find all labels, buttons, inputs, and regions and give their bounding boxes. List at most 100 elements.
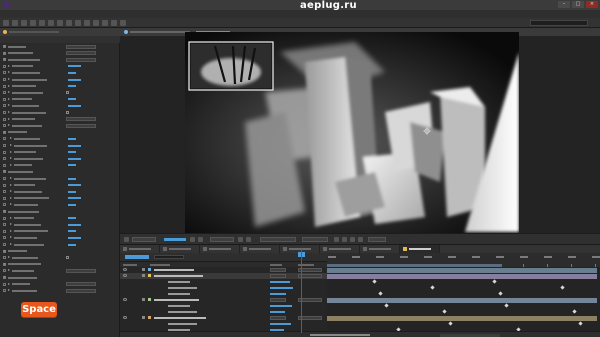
keyframe-icon[interactable] [560, 285, 565, 290]
property-value[interactable] [68, 104, 81, 107]
magnification-icon[interactable] [124, 237, 129, 242]
toggle-switches-modes[interactable] [310, 334, 370, 336]
twirl-arrow-icon[interactable] [8, 97, 10, 100]
tool-icon-13[interactable] [120, 20, 126, 26]
timeline-tab[interactable] [240, 245, 280, 253]
twirl-arrow-icon[interactable] [4, 58, 6, 61]
timeline-tab[interactable] [320, 245, 360, 253]
layer-tracks[interactable] [327, 267, 600, 333]
tool-icon-10[interactable] [93, 20, 99, 26]
keyframe-stopwatch-icon[interactable] [3, 269, 6, 273]
property-value[interactable] [68, 190, 76, 193]
property-dropdown[interactable] [66, 57, 96, 62]
keyframe-stopwatch-icon[interactable] [3, 157, 6, 161]
property-value[interactable] [68, 164, 76, 167]
tool-icon-1[interactable] [12, 20, 18, 26]
layer-duration-bar[interactable] [327, 315, 597, 321]
twirl-arrow-icon[interactable] [8, 282, 10, 285]
property-value[interactable] [68, 151, 76, 154]
keyframe-stopwatch-icon[interactable] [3, 190, 6, 194]
tool-icon-12[interactable] [111, 20, 117, 26]
keyframe-stopwatch-icon[interactable] [3, 256, 6, 260]
keyframe-icon[interactable] [504, 303, 509, 308]
view-layout-dropdown[interactable] [302, 237, 328, 242]
timeline-layer-row[interactable] [120, 291, 327, 297]
visibility-eye-icon[interactable] [123, 298, 127, 301]
keyframe-stopwatch-icon[interactable] [3, 236, 6, 240]
label-color-swatch[interactable] [148, 268, 151, 271]
property-dropdown[interactable] [66, 51, 96, 56]
keyframe-stopwatch-icon[interactable] [3, 229, 6, 233]
keyframe-stopwatch-icon[interactable] [3, 78, 6, 81]
tool-icon-8[interactable] [75, 20, 81, 26]
resolution-dropdown[interactable] [210, 237, 234, 242]
twirl-arrow-icon[interactable] [10, 223, 12, 226]
twirl-arrow-icon[interactable] [4, 249, 6, 252]
property-value[interactable] [270, 292, 286, 295]
region-of-interest-icon[interactable] [238, 237, 243, 242]
twirl-arrow-icon[interactable] [10, 236, 12, 239]
keyframe-stopwatch-icon[interactable] [3, 111, 6, 114]
twirl-arrow-icon[interactable] [10, 157, 12, 160]
twirl-arrow-icon[interactable] [8, 71, 10, 74]
property-dropdown[interactable] [66, 282, 96, 287]
twirl-arrow-icon[interactable] [8, 91, 10, 94]
label-color-swatch[interactable] [148, 274, 151, 277]
layer-duration-bar[interactable] [327, 267, 597, 273]
timeline-layer-row[interactable] [120, 321, 327, 327]
timeline-layer-row[interactable] [120, 315, 327, 321]
toggle-pixel-aspect-icon[interactable] [334, 237, 339, 242]
twirl-arrow-icon[interactable] [10, 190, 12, 193]
keyframe-stopwatch-icon[interactable] [3, 282, 6, 286]
timeline-layer-row[interactable] [120, 279, 327, 285]
property-value[interactable] [68, 78, 81, 81]
snapshot-icon[interactable] [190, 237, 195, 242]
twirl-arrow-icon[interactable] [10, 150, 12, 153]
twirl-arrow-icon[interactable] [10, 216, 12, 219]
keyframe-icon[interactable] [578, 321, 583, 326]
keyframe-icon[interactable] [384, 303, 389, 308]
composition-canvas[interactable] [185, 32, 519, 233]
twirl-arrow-icon[interactable] [10, 177, 12, 179]
timeline-tab[interactable] [120, 245, 160, 253]
fast-previews-icon[interactable] [342, 237, 347, 242]
twirl-arrow-icon[interactable] [4, 262, 6, 265]
keyframe-icon[interactable] [572, 309, 577, 314]
twirl-arrow-icon[interactable] [10, 163, 12, 166]
layer-duration-bar[interactable] [327, 273, 597, 279]
property-value[interactable] [68, 236, 81, 239]
twirl-arrow-icon[interactable] [4, 210, 6, 212]
exposure-value[interactable] [368, 237, 386, 242]
twirl-arrow-icon[interactable] [10, 137, 12, 140]
property-value[interactable] [270, 286, 293, 289]
keyframe-stopwatch-icon[interactable] [3, 163, 6, 167]
tool-icon-2[interactable] [21, 20, 27, 26]
timeline-layer-row[interactable] [120, 267, 327, 273]
maximize-icon[interactable]: □ [572, 1, 584, 8]
twirl-arrow-icon[interactable] [8, 269, 10, 272]
label-color-swatch[interactable] [148, 298, 151, 301]
property-value[interactable] [68, 98, 76, 101]
property-dropdown[interactable] [66, 44, 96, 49]
flowchart-icon[interactable] [358, 237, 363, 242]
keyframe-stopwatch-icon[interactable] [3, 91, 6, 95]
effect-controls-tab[interactable] [0, 28, 120, 36]
property-value[interactable] [68, 243, 76, 246]
timecode-display[interactable] [125, 255, 149, 259]
blend-mode-dropdown[interactable] [270, 315, 286, 320]
blend-mode-dropdown[interactable] [270, 273, 286, 278]
keyframe-stopwatch-icon[interactable] [3, 289, 6, 293]
property-value[interactable] [68, 144, 81, 147]
keyframe-stopwatch-icon[interactable] [3, 196, 6, 200]
layer-duration-bar[interactable] [327, 297, 597, 303]
keyframe-stopwatch-icon[interactable] [3, 117, 6, 121]
keyframe-icon[interactable] [498, 291, 503, 296]
property-dropdown[interactable] [66, 268, 96, 273]
keyframe-stopwatch-icon[interactable] [3, 137, 6, 141]
property-dropdown[interactable] [66, 117, 96, 122]
property-value[interactable] [68, 230, 76, 233]
twirl-arrow-icon[interactable] [4, 45, 6, 47]
timeline-layer-row[interactable] [120, 285, 327, 291]
property-value[interactable] [68, 217, 76, 220]
tool-icon-0[interactable] [3, 20, 9, 26]
